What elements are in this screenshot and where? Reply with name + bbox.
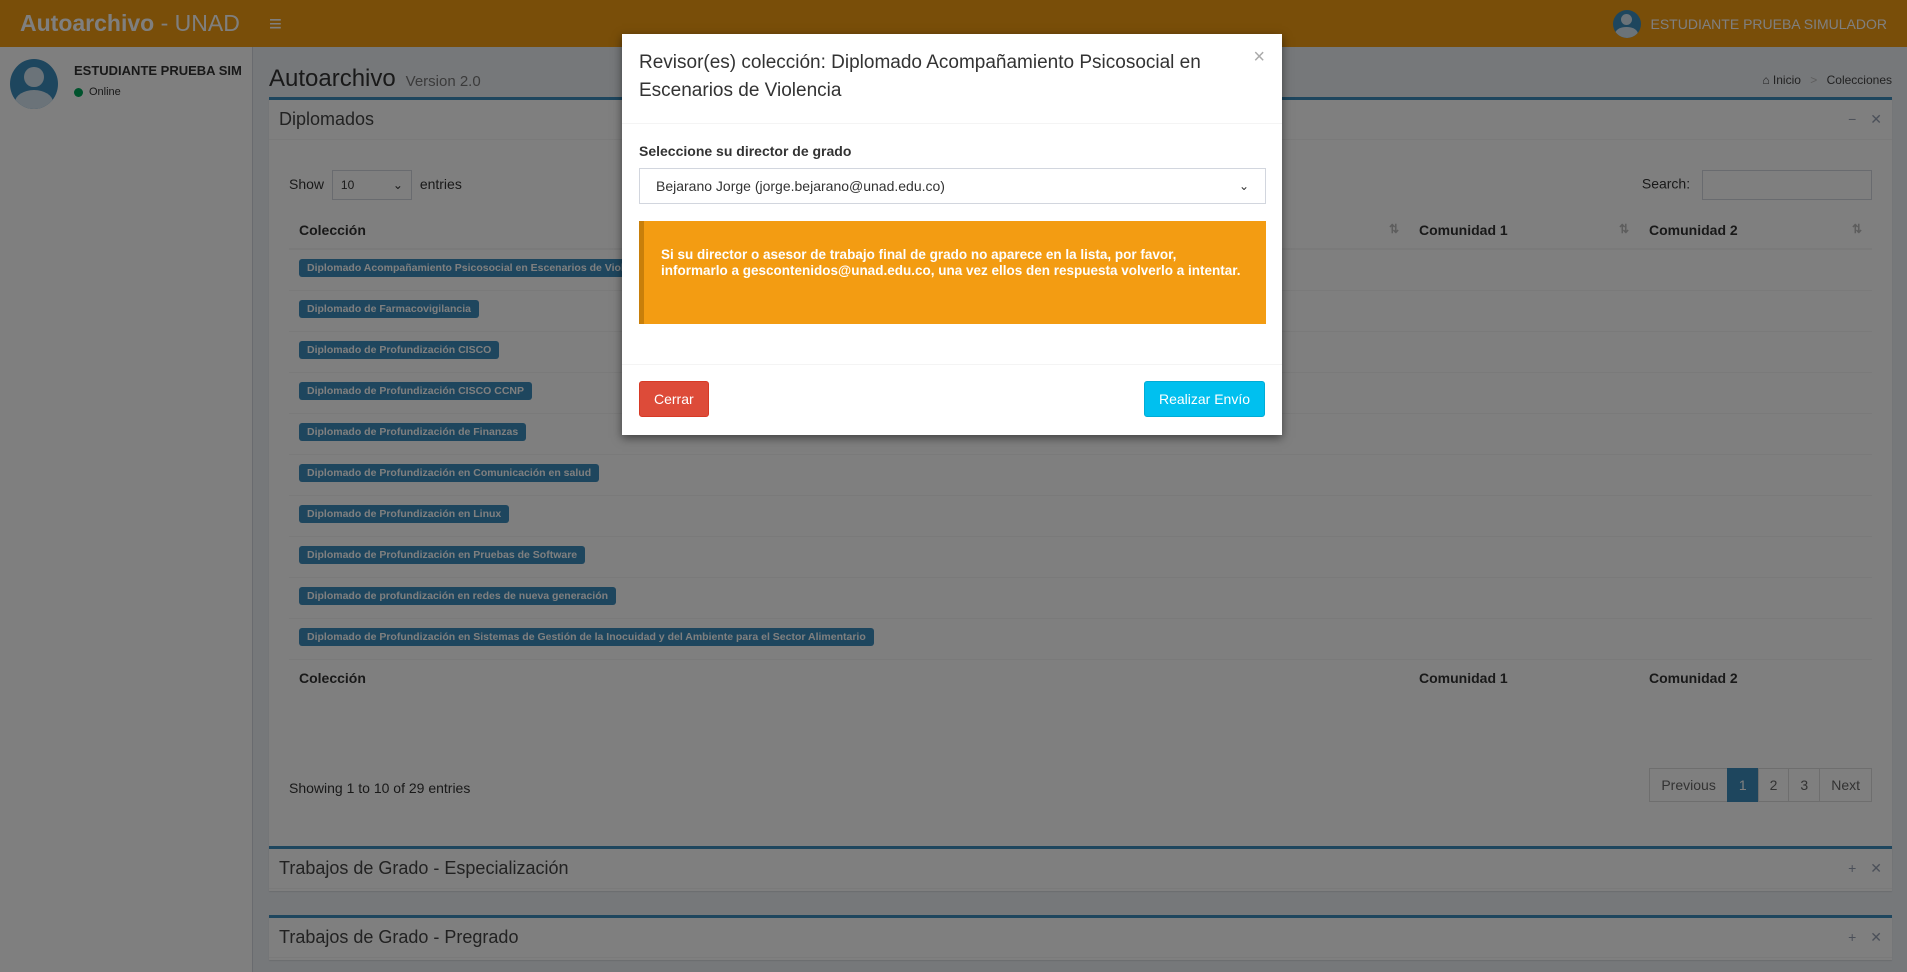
director-selected-value: Bejarano Jorge (jorge.bejarano@unad.edu.… bbox=[656, 178, 945, 194]
chevron-down-icon: ⌄ bbox=[1238, 179, 1249, 193]
director-select[interactable]: Bejarano Jorge (jorge.bejarano@unad.edu.… bbox=[639, 168, 1266, 204]
realizar-envio-button[interactable]: Realizar Envío bbox=[1143, 381, 1265, 417]
modal-title: Revisor(es) colección: Diplomado Acompañ… bbox=[639, 52, 1201, 101]
director-field-label: Seleccione su director de grado bbox=[639, 143, 852, 159]
reviewers-modal: Revisor(es) colección: Diplomado Acompañ… bbox=[622, 34, 1282, 435]
modal-body: Seleccione su director de grado Bejarano… bbox=[622, 124, 1282, 365]
close-icon[interactable]: × bbox=[1253, 46, 1265, 69]
modal-footer: Cerrar Realizar Envío bbox=[622, 365, 1282, 433]
cerrar-button[interactable]: Cerrar bbox=[639, 381, 709, 417]
warning-callout: Si su director o asesor de trabajo final… bbox=[639, 221, 1266, 324]
modal-header: Revisor(es) colección: Diplomado Acompañ… bbox=[622, 34, 1282, 124]
